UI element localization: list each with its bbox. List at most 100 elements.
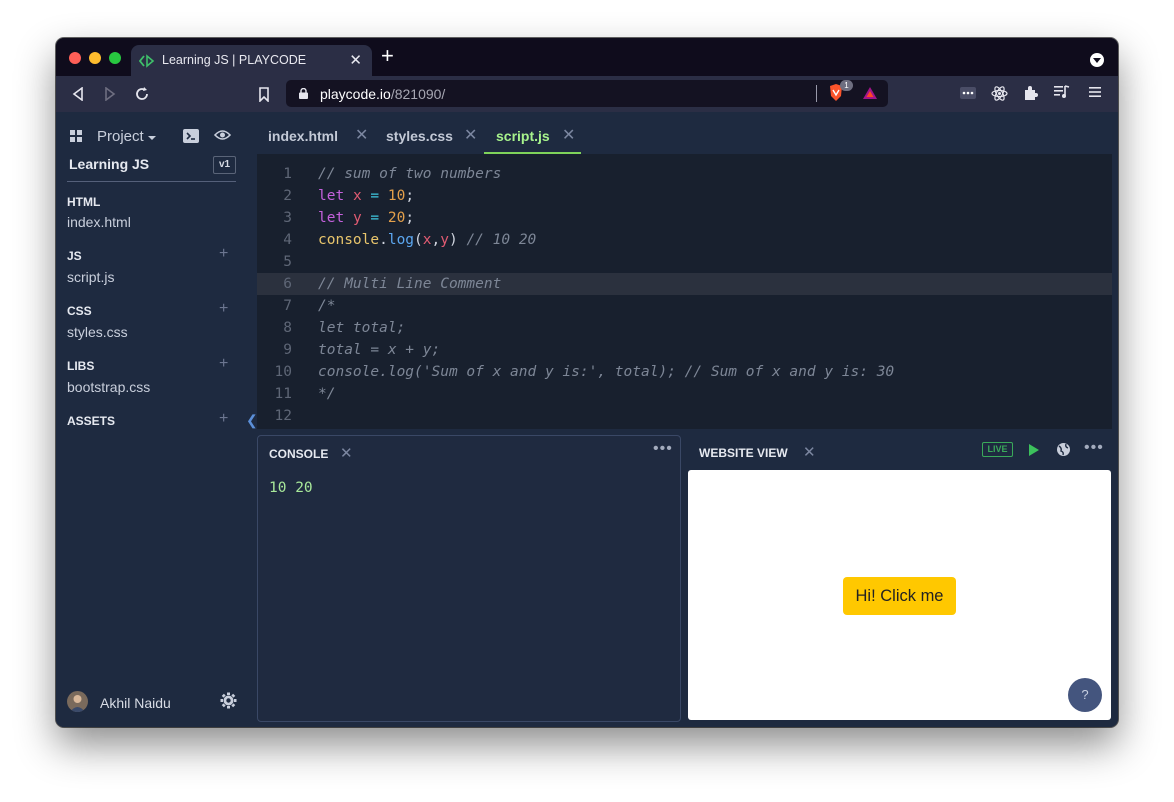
chevron-down-icon[interactable] xyxy=(148,136,156,140)
menu-hamburger-icon[interactable] xyxy=(1089,85,1101,104)
console-title: CONSOLE xyxy=(269,447,329,461)
tab-index-html[interactable]: index.html xyxy=(268,128,338,144)
code-token: = xyxy=(361,188,388,204)
code-token: /* xyxy=(318,298,336,314)
play-icon[interactable] xyxy=(1028,443,1040,457)
close-styles-css-icon[interactable]: ✕ xyxy=(464,125,477,145)
hi-click-me-button[interactable]: Hi! Click me xyxy=(843,577,956,615)
close-console-icon[interactable]: ✕ xyxy=(340,444,353,462)
file-script-js[interactable]: script.js xyxy=(67,269,114,285)
back-button[interactable] xyxy=(66,82,90,106)
code-token: // Multi Line Comment xyxy=(318,276,502,292)
code-text: // Multi Line Comment xyxy=(318,273,501,295)
code-token: ; xyxy=(405,210,415,226)
code-line[interactable]: 7 /* xyxy=(257,295,1112,317)
code-line[interactable]: 11 */ xyxy=(257,383,1112,405)
avatar[interactable] xyxy=(67,691,88,712)
forward-button[interactable] xyxy=(98,82,122,106)
code-line[interactable]: 4 console.log(x,y) // 10 20 xyxy=(257,229,1112,251)
code-token: x xyxy=(422,232,432,248)
reload-button[interactable] xyxy=(130,82,154,106)
browser-tab[interactable]: Learning JS | PLAYCODE ✕ xyxy=(131,45,372,76)
new-tab-button[interactable]: + xyxy=(381,45,394,67)
code-line[interactable]: 9 total = x + y; xyxy=(257,339,1112,361)
code-token: . xyxy=(379,232,388,248)
react-devtools-icon[interactable] xyxy=(991,85,1008,107)
add-css-button[interactable]: + xyxy=(219,300,228,318)
console-menu-icon[interactable]: ••• xyxy=(653,440,673,458)
line-number: 6 xyxy=(283,276,292,292)
help-button[interactable]: ? xyxy=(1068,678,1102,712)
code-line[interactable]: 12 xyxy=(257,405,1112,427)
code-token: ; xyxy=(405,188,415,204)
extensions-puzzle-icon[interactable] xyxy=(1023,85,1039,106)
code-line[interactable]: 6 // Multi Line Comment xyxy=(257,273,1112,295)
line-number: 3 xyxy=(283,210,292,226)
shield-count-badge: 1 xyxy=(840,80,853,91)
add-lib-button[interactable]: + xyxy=(219,355,228,373)
project-menu[interactable]: Project xyxy=(97,128,144,145)
eye-icon[interactable] xyxy=(214,129,231,141)
line-number: 4 xyxy=(283,232,292,248)
bookmark-button[interactable] xyxy=(252,82,276,106)
rewards-triangle-icon[interactable] xyxy=(862,86,878,100)
add-asset-button[interactable]: + xyxy=(219,410,228,428)
gear-icon[interactable] xyxy=(220,692,237,709)
close-website-view-icon[interactable]: ✕ xyxy=(803,443,816,461)
media-playlist-icon[interactable] xyxy=(1054,85,1070,104)
console-panel: CONSOLE ✕ ••• 10 20 xyxy=(257,435,681,722)
code-text: let y = 20; xyxy=(318,207,414,229)
code-line[interactable]: 8 let total; xyxy=(257,317,1112,339)
line-number: 1 xyxy=(283,166,292,182)
maximize-window-button[interactable] xyxy=(109,52,121,64)
file-bootstrap-css[interactable]: bootstrap.css xyxy=(67,379,150,395)
line-number: 8 xyxy=(283,320,292,336)
code-token: 10 xyxy=(387,188,406,204)
code-line[interactable]: 2 let x = 10; xyxy=(257,185,1112,207)
live-badge[interactable]: LIVE xyxy=(982,442,1013,457)
line-number: 5 xyxy=(283,254,292,270)
code-token: ( xyxy=(414,232,423,248)
code-text: total = x + y; xyxy=(318,339,440,361)
website-view-menu-icon[interactable]: ••• xyxy=(1084,439,1104,457)
code-line[interactable]: 1 // sum of two numbers xyxy=(257,163,1112,185)
website-view-header: WEBSITE VIEW ✕ LIVE ••• xyxy=(688,435,1112,467)
code-line[interactable]: 5 xyxy=(257,251,1112,273)
playcode-logo-icon xyxy=(139,54,155,68)
code-text: */ xyxy=(318,383,335,405)
version-badge[interactable]: v1 xyxy=(213,156,236,174)
url-separator xyxy=(816,85,817,102)
close-script-js-icon[interactable]: ✕ xyxy=(562,125,575,145)
close-index-html-icon[interactable]: ✕ xyxy=(355,125,368,145)
file-index-html[interactable]: index.html xyxy=(67,214,131,230)
address-bar[interactable]: playcode.io/821090/ 1 xyxy=(286,80,888,107)
terminal-icon[interactable] xyxy=(183,129,199,143)
url-path: /821090/ xyxy=(390,86,446,102)
tab-styles-css[interactable]: styles.css xyxy=(386,128,453,144)
url-text[interactable]: playcode.io/821090/ xyxy=(320,86,445,102)
code-token: let xyxy=(318,188,345,204)
code-editor[interactable]: 1 // sum of two numbers 2 let x = 10; 3 let y… xyxy=(257,154,1112,429)
user-name[interactable]: Akhil Naidu xyxy=(100,695,171,711)
tab-script-js[interactable]: script.js xyxy=(496,128,550,144)
code-line[interactable]: 10 console.log('Sum of x and y is:', tota… xyxy=(257,361,1112,383)
tab-search-icon[interactable] xyxy=(1090,53,1104,67)
collapse-sidebar-icon[interactable]: ❮ xyxy=(246,412,258,429)
code-token: // 10 20 xyxy=(457,232,537,248)
extension-dots-icon[interactable] xyxy=(960,85,976,106)
code-token: console.log('Sum of x and y is:', total)… xyxy=(318,364,895,380)
section-libs-heading: LIBS xyxy=(67,359,95,373)
tab-close-icon[interactable]: ✕ xyxy=(349,51,362,69)
add-js-button[interactable]: + xyxy=(219,245,228,263)
minimize-window-button[interactable] xyxy=(89,52,101,64)
close-window-button[interactable] xyxy=(69,52,81,64)
code-line[interactable]: 3 let y = 20; xyxy=(257,207,1112,229)
url-host: playcode.io xyxy=(320,86,391,102)
code-token: 20 xyxy=(387,210,406,226)
project-name[interactable]: Learning JS xyxy=(69,156,149,172)
line-number: 2 xyxy=(283,188,292,204)
file-styles-css[interactable]: styles.css xyxy=(67,324,128,340)
globe-icon[interactable] xyxy=(1056,442,1071,457)
grid-icon[interactable] xyxy=(70,130,82,142)
